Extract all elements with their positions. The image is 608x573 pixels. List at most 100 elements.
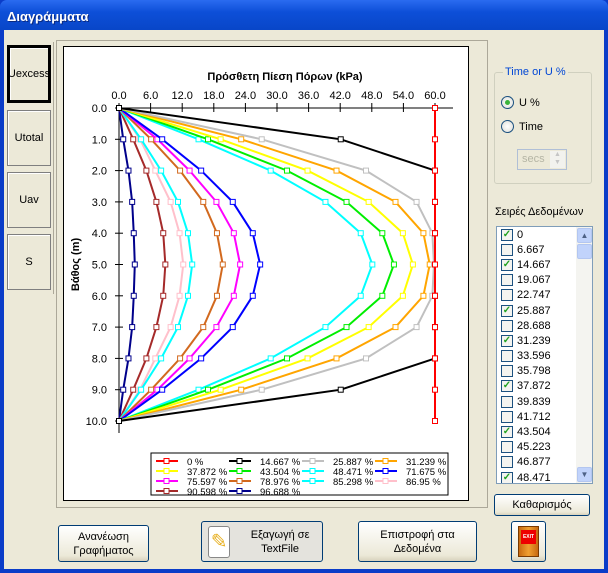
data-point (160, 292, 167, 299)
y-tick-label: 10.0 (86, 416, 107, 428)
data-point (390, 261, 397, 268)
y-tick-label: 6.0 (92, 291, 107, 303)
data-point (392, 324, 399, 331)
checkbox[interactable]: ✓ (501, 426, 513, 439)
data-point (174, 324, 181, 331)
y-axis-title: Βάθος (m) (70, 238, 82, 292)
series-label: 28.688 (517, 319, 551, 332)
tab-uav[interactable]: Uav (7, 172, 51, 228)
data-point (238, 386, 245, 393)
data-point (217, 386, 224, 393)
x-tick-label: 18.0 (203, 90, 224, 102)
back-to-data-button[interactable]: Επιστροφή στα Δεδομένα (358, 521, 477, 562)
checkbox[interactable] (501, 243, 513, 256)
data-point (432, 418, 438, 424)
data-point (257, 261, 264, 268)
refresh-chart-button[interactable]: Ανανέωση Γραφήματος (58, 525, 149, 562)
x-tick-label: 48.0 (361, 90, 382, 102)
x-tick-label: 60.0 (424, 90, 445, 102)
legend-marker (163, 468, 170, 474)
checkbox[interactable] (501, 395, 513, 408)
scrollbar[interactable]: ▲ ▼ (576, 227, 592, 483)
series-label: 43.504 (517, 426, 551, 439)
scroll-thumb[interactable] (577, 244, 592, 259)
data-point (333, 355, 340, 362)
checkbox[interactable]: ✓ (501, 228, 513, 241)
data-point (167, 198, 174, 205)
data-point (153, 324, 160, 331)
data-point (304, 167, 311, 174)
scroll-down-icon[interactable]: ▼ (577, 467, 592, 482)
data-point (176, 292, 183, 299)
checkbox[interactable]: ✓ (501, 258, 513, 271)
x-tick-label: 12.0 (171, 90, 192, 102)
data-point (413, 198, 420, 205)
legend-marker (382, 478, 389, 484)
data-point (116, 105, 122, 111)
unit-spinner[interactable]: secs ▲ ▼ (517, 149, 567, 170)
legend-marker (236, 488, 243, 494)
checkbox[interactable] (501, 274, 513, 287)
checkbox[interactable]: ✓ (501, 304, 513, 317)
data-point (143, 167, 150, 174)
data-point (432, 261, 438, 268)
series-label: 0 (517, 228, 524, 241)
scroll-up-icon[interactable]: ▲ (577, 228, 592, 243)
y-tick-label: 8.0 (92, 353, 107, 365)
radio-checked-icon (501, 96, 514, 109)
checkbox[interactable]: ✓ (501, 334, 513, 347)
time-or-u-group: Time or U % U % Time secs ▲ ▼ (494, 66, 592, 184)
radio-u-percent[interactable]: U % (501, 96, 540, 109)
radio-time[interactable]: Time (501, 120, 543, 133)
data-point (284, 355, 291, 362)
data-point (249, 230, 256, 237)
y-tick-label: 0.0 (92, 103, 107, 115)
checkbox[interactable]: ✓ (501, 380, 513, 393)
y-tick-label: 2.0 (92, 166, 107, 178)
checkbox[interactable]: ✓ (501, 471, 513, 483)
checkbox[interactable] (501, 289, 513, 302)
legend-marker (382, 468, 389, 474)
series-label: 45.223 (517, 441, 551, 454)
data-point (420, 230, 427, 237)
data-point (131, 261, 138, 268)
series-90.598 (116, 105, 169, 424)
clear-button[interactable]: Καθαρισμός (494, 494, 590, 516)
exit-button[interactable]: EXIT (511, 521, 546, 562)
data-point (152, 355, 159, 362)
data-point (432, 324, 438, 331)
series-checklist[interactable]: ▲ ▼ ✓ 0 6.667 ✓ 14.667 19.067 22.747 ✓ 25.887 28.… (496, 226, 593, 484)
checkbox[interactable] (501, 350, 513, 363)
data-point (379, 230, 386, 237)
data-point (322, 324, 329, 331)
series-label: 48.471 (517, 471, 551, 484)
checkbox[interactable] (501, 456, 513, 469)
data-point (186, 167, 193, 174)
tab-utotal[interactable]: Utotal (7, 110, 51, 166)
data-point (230, 292, 237, 299)
legend-marker (163, 478, 170, 484)
data-point (138, 136, 145, 143)
data-point (125, 355, 132, 362)
checkbox[interactable] (501, 365, 513, 378)
series-label: 33.596 (517, 350, 551, 363)
spinner-arrows-icon[interactable]: ▲ ▼ (550, 151, 565, 168)
tab-s[interactable]: S (7, 234, 51, 290)
data-point (160, 230, 167, 237)
line-chart: Πρόσθετη Πίεση Πόρων (kPa) 0.0 6.0 12.0 18.0… (70, 71, 453, 498)
tab-uexcess[interactable]: Uexcess (7, 45, 51, 103)
data-point (392, 198, 399, 205)
checkbox[interactable] (501, 319, 513, 332)
data-point (357, 292, 364, 299)
data-point (432, 198, 438, 205)
data-point (267, 167, 274, 174)
data-point (237, 261, 244, 268)
checkbox[interactable] (501, 410, 513, 423)
export-textfile-button[interactable]: ✎ Εξαγωγή σε TextFile (201, 521, 323, 562)
legend-marker (236, 468, 243, 474)
data-point (153, 198, 160, 205)
checkbox[interactable] (501, 441, 513, 454)
data-point (180, 261, 187, 268)
data-point (369, 261, 376, 268)
series-label: 22.747 (517, 289, 551, 302)
